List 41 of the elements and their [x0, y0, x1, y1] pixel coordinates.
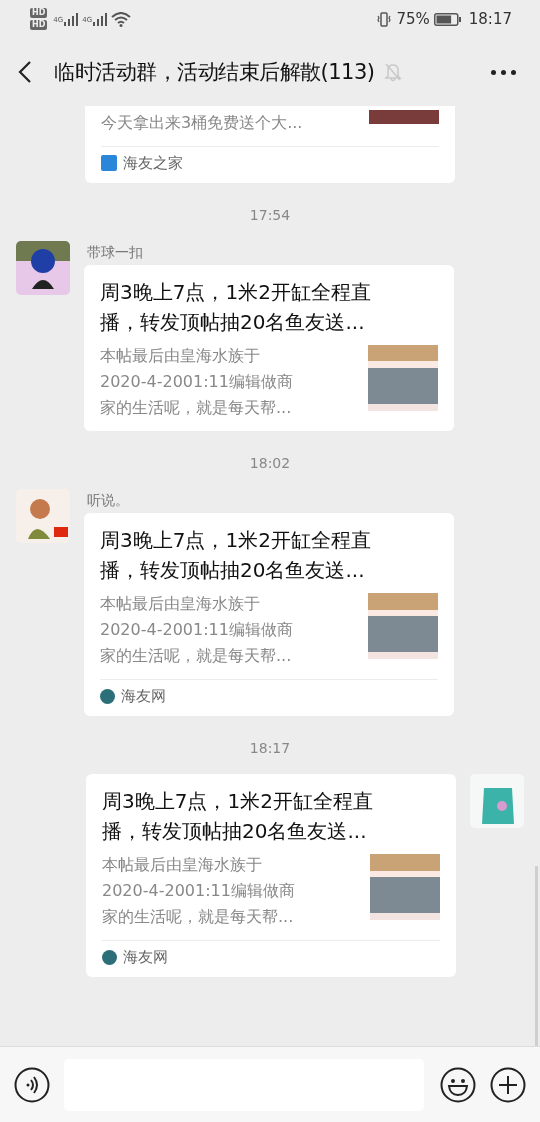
card-description: 本帖最后由皇海水族于 2020-4-2001:11编辑做商 家的生活呢，就是每天帮...	[100, 345, 293, 419]
link-card[interactable]: 周3晚上7点，1米2开缸全程直 播，转发顶帖抽20名鱼友送... 本帖最后由皇海水族于 2020-4-2001:11编辑做商 家的生活呢，就是每天帮...	[84, 265, 454, 431]
back-icon[interactable]	[18, 60, 32, 84]
photo-placeholder	[370, 854, 440, 920]
signal-icon	[64, 12, 79, 26]
card-title: 周3晚上7点，1米2开缸全程直 播，转发顶帖抽20名鱼友送...	[100, 527, 372, 584]
card-source: 海友网	[123, 947, 168, 967]
card-title: 周3晚上7点，1米2开缸全程直 播，转发顶帖抽20名鱼友送...	[102, 788, 374, 845]
sender-name: 听说。	[87, 491, 130, 509]
card-description: 本帖最后由皇海水族于 2020-4-2001:11编辑做商 家的生活呢，就是每天帮...	[102, 854, 295, 928]
site-logo-icon	[101, 155, 117, 171]
card-description: 今天拿出来3桶免费送个大...	[101, 112, 303, 134]
signal-icon	[93, 12, 108, 26]
timestamp: 17:54	[249, 207, 291, 223]
emoji-icon[interactable]	[440, 1066, 476, 1103]
timestamp: 18:17	[249, 740, 291, 756]
card-description: 本帖最后由皇海水族于 2020-4-2001:11编辑做商 家的生活呢，就是每天帮...	[100, 593, 293, 667]
hd-badge: HD	[30, 20, 48, 30]
link-card[interactable]: 周3晚上7点，1米2开缸全程直 播，转发顶帖抽20名鱼友送... 本帖最后由皇海水族于 2020-4-2001:11编辑做商 家的生活呢，就是每天帮... 海友网	[86, 774, 456, 977]
sender-name: 带球一扣	[87, 243, 144, 261]
photo-placeholder	[369, 110, 439, 124]
voice-icon[interactable]	[14, 1066, 50, 1103]
avatar[interactable]	[16, 241, 70, 295]
battery-percent: 75%	[396, 10, 430, 28]
link-card[interactable]: 今天拿出来3桶免费送个大... 海友之家	[85, 106, 455, 183]
photo-placeholder	[368, 345, 438, 411]
timestamp: 18:02	[249, 455, 291, 471]
site-logo-icon	[102, 949, 117, 965]
link-card[interactable]: 周3晚上7点，1米2开缸全程直 播，转发顶帖抽20名鱼友送... 本帖最后由皇海水族于 2020-4-2001:11编辑做商 家的生活呢，就是每天帮... 海友网	[84, 513, 454, 716]
vibrate-icon	[376, 11, 393, 27]
plus-icon[interactable]	[490, 1066, 526, 1103]
chat-title: 临时活动群，活动结束后解散(113)	[54, 59, 375, 86]
card-title: 周3晚上7点，1米2开缸全程直 播，转发顶帖抽20名鱼友送...	[100, 279, 372, 336]
site-logo-icon	[100, 688, 115, 704]
battery-icon	[433, 12, 461, 26]
wifi-icon	[111, 11, 132, 27]
card-source: 海友之家	[123, 153, 183, 173]
photo-placeholder	[368, 593, 438, 659]
clock: 18:17	[468, 10, 512, 28]
hd-badge: HD	[30, 8, 48, 18]
card-source: 海友网	[121, 686, 166, 706]
